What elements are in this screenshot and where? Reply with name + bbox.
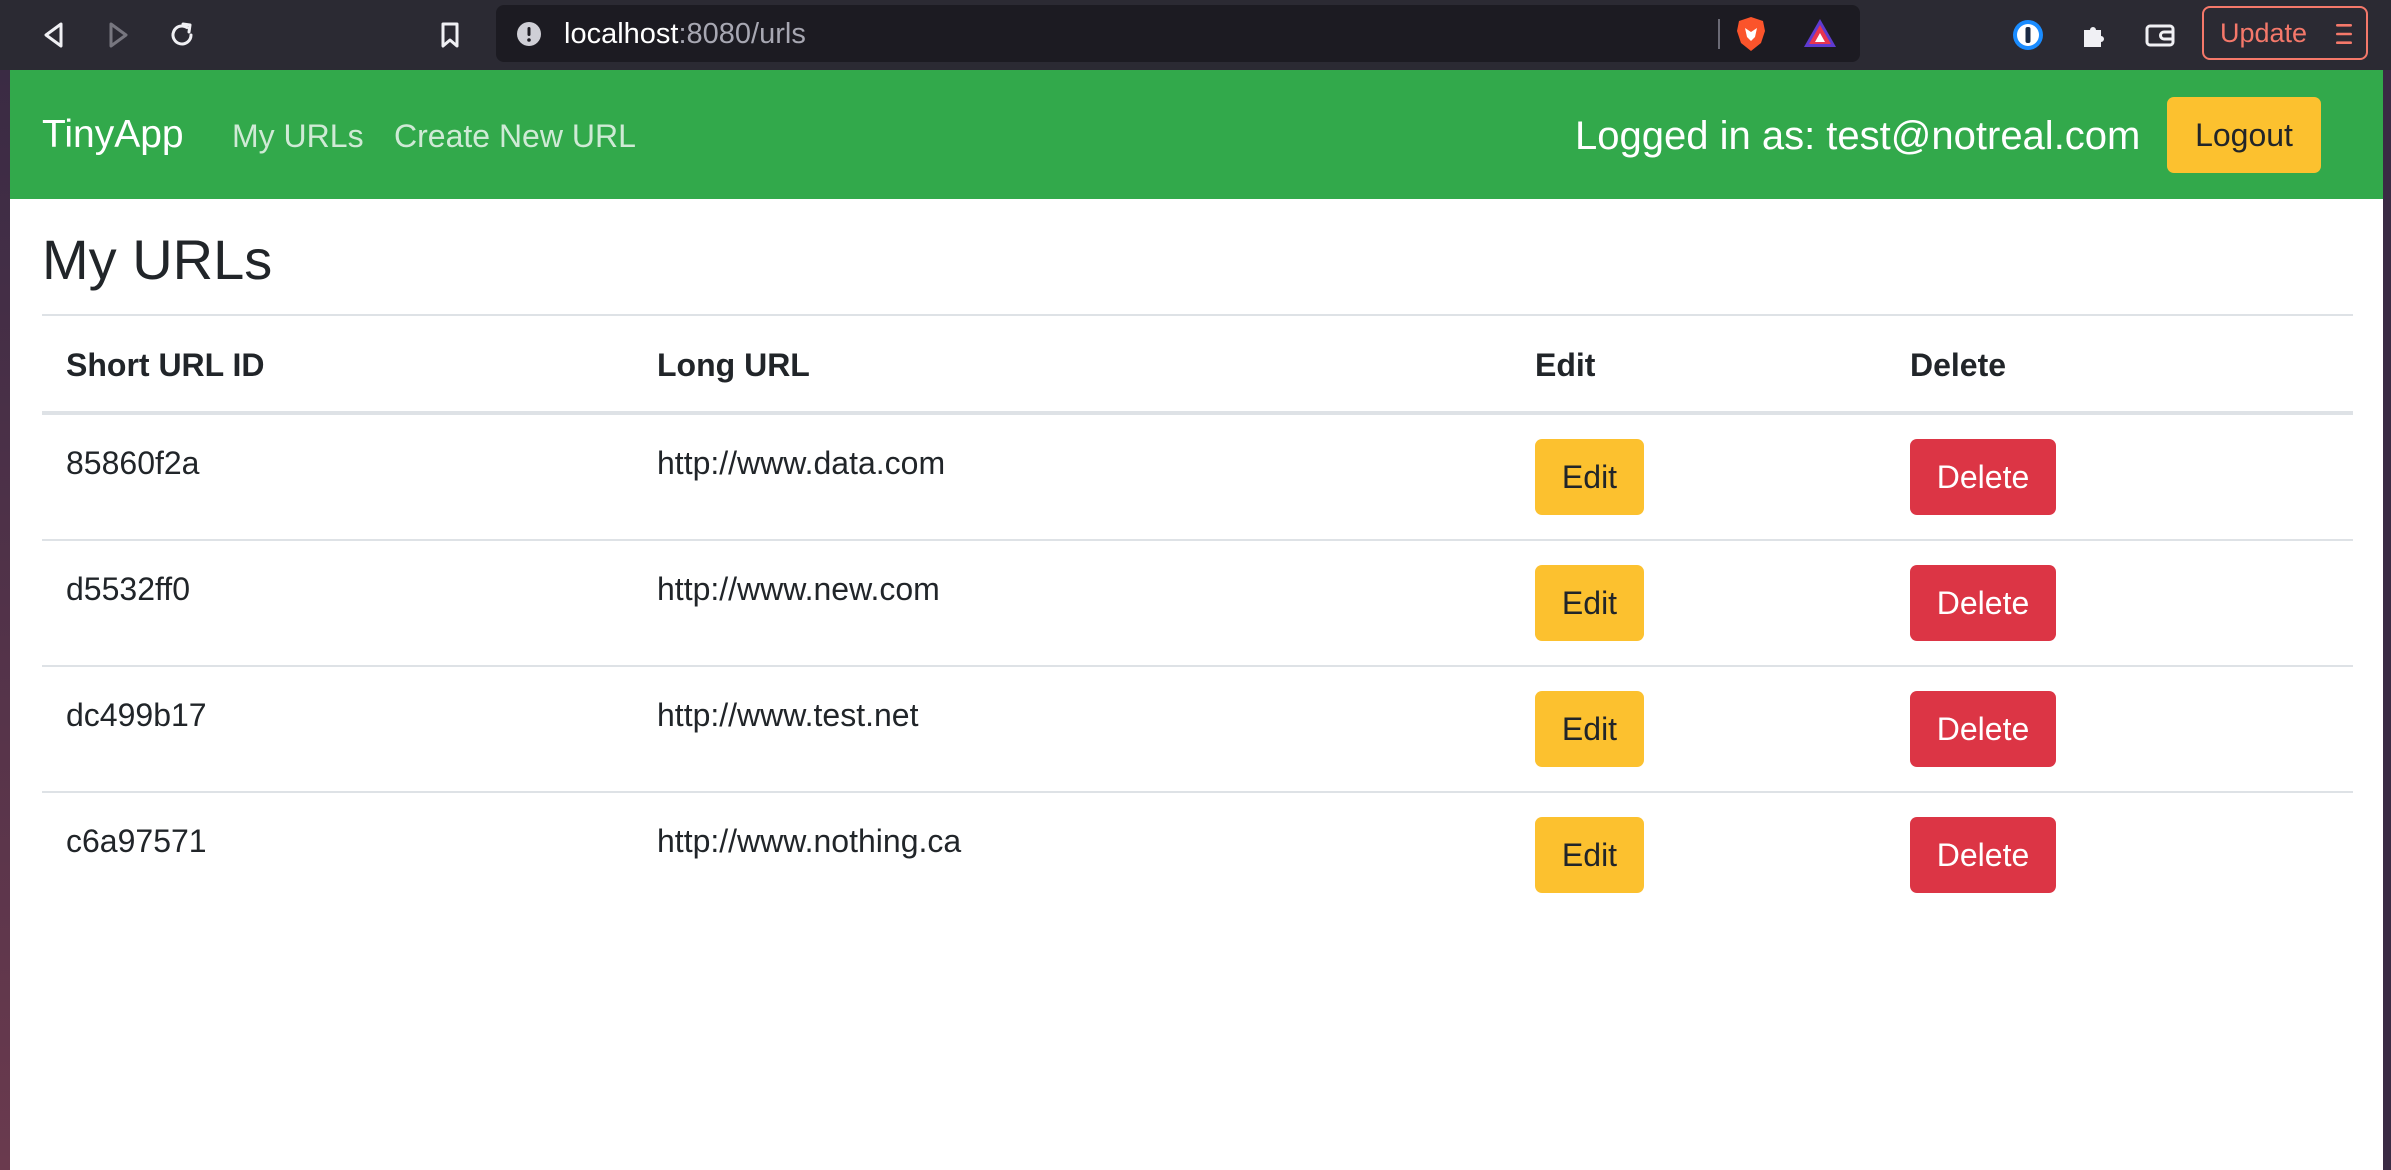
edit-button[interactable]: Edit: [1535, 565, 1644, 641]
long-url-cell: http://www.data.com: [657, 445, 946, 481]
short-url-id-cell: dc499b17: [66, 697, 207, 733]
password-manager-icon: [2013, 20, 2043, 50]
delete-button[interactable]: Delete: [1910, 565, 2056, 641]
delete-button[interactable]: Delete: [1910, 691, 2056, 767]
update-button[interactable]: Update: [2202, 6, 2368, 60]
address-divider: [1718, 19, 1720, 49]
column-header-delete: Delete: [1910, 347, 2007, 383]
long-url-cell: http://www.nothing.ca: [657, 823, 962, 859]
short-url-id-cell: d5532ff0: [66, 571, 190, 607]
wallet-icon: [2145, 24, 2175, 47]
column-header-edit: Edit: [1535, 347, 1596, 383]
window-edge-left: [0, 70, 10, 1170]
bookmark-button[interactable]: [428, 13, 472, 57]
brave-shields-icon[interactable]: [1734, 15, 1768, 53]
brave-rewards-icon[interactable]: [1802, 17, 1838, 49]
logout-button[interactable]: Logout: [2167, 97, 2321, 173]
column-header-long-url: Long URL: [657, 347, 810, 383]
table-row: d5532ff0 http://www.new.com Edit Delete: [42, 541, 2353, 667]
long-url-cell: http://www.new.com: [657, 571, 940, 607]
browser-toolbar: localhost:8080/urls Update: [0, 0, 2391, 70]
back-button[interactable]: [32, 13, 76, 57]
table-row: c6a97571 http://www.nothing.ca Edit Dele…: [42, 793, 2353, 919]
url-host: localhost: [564, 18, 679, 50]
delete-button[interactable]: Delete: [1910, 439, 2056, 515]
logged-in-text: Logged in as: test@notreal.com: [1575, 114, 2141, 158]
table-top-border: [42, 314, 2353, 316]
table-row: 85860f2a http://www.data.com Edit Delete: [42, 415, 2353, 541]
update-label: Update: [2220, 17, 2308, 48]
delete-button[interactable]: Delete: [1910, 817, 2056, 893]
brand-link[interactable]: TinyApp: [42, 112, 184, 158]
edit-button[interactable]: Edit: [1535, 439, 1644, 515]
wallet-button[interactable]: [2138, 13, 2182, 57]
edit-button[interactable]: Edit: [1535, 691, 1644, 767]
url-text[interactable]: localhost:8080/urls: [564, 18, 806, 50]
reload-button[interactable]: [160, 13, 204, 57]
forward-button[interactable]: [96, 13, 140, 57]
long-url-cell: http://www.test.net: [657, 697, 919, 733]
navbar: TinyApp My URLs Create New URL Logged in…: [10, 70, 2383, 199]
forward-icon: [109, 22, 128, 48]
nav-link-my-urls[interactable]: My URLs: [232, 116, 364, 156]
password-manager-button[interactable]: [2006, 13, 2050, 57]
site-info-icon[interactable]: [516, 21, 542, 47]
nav-link-create-new-url[interactable]: Create New URL: [394, 116, 636, 156]
short-url-id-cell: 85860f2a: [66, 445, 200, 481]
window-edge-right: [2383, 70, 2391, 1170]
address-bar[interactable]: localhost:8080/urls: [496, 5, 1860, 62]
url-path: :8080/urls: [678, 18, 806, 50]
bookmark-icon: [441, 22, 459, 48]
edit-button[interactable]: Edit: [1535, 817, 1644, 893]
page-title: My URLs: [42, 228, 273, 291]
table-row: dc499b17 http://www.test.net Edit Delete: [42, 667, 2353, 793]
extensions-icon: [2084, 27, 2104, 47]
extensions-button[interactable]: [2072, 13, 2116, 57]
reload-icon: [171, 22, 193, 46]
column-header-short-url-id: Short URL ID: [66, 347, 265, 383]
short-url-id-cell: c6a97571: [66, 823, 207, 859]
menu-icon[interactable]: [2334, 21, 2354, 47]
back-icon: [44, 22, 63, 48]
